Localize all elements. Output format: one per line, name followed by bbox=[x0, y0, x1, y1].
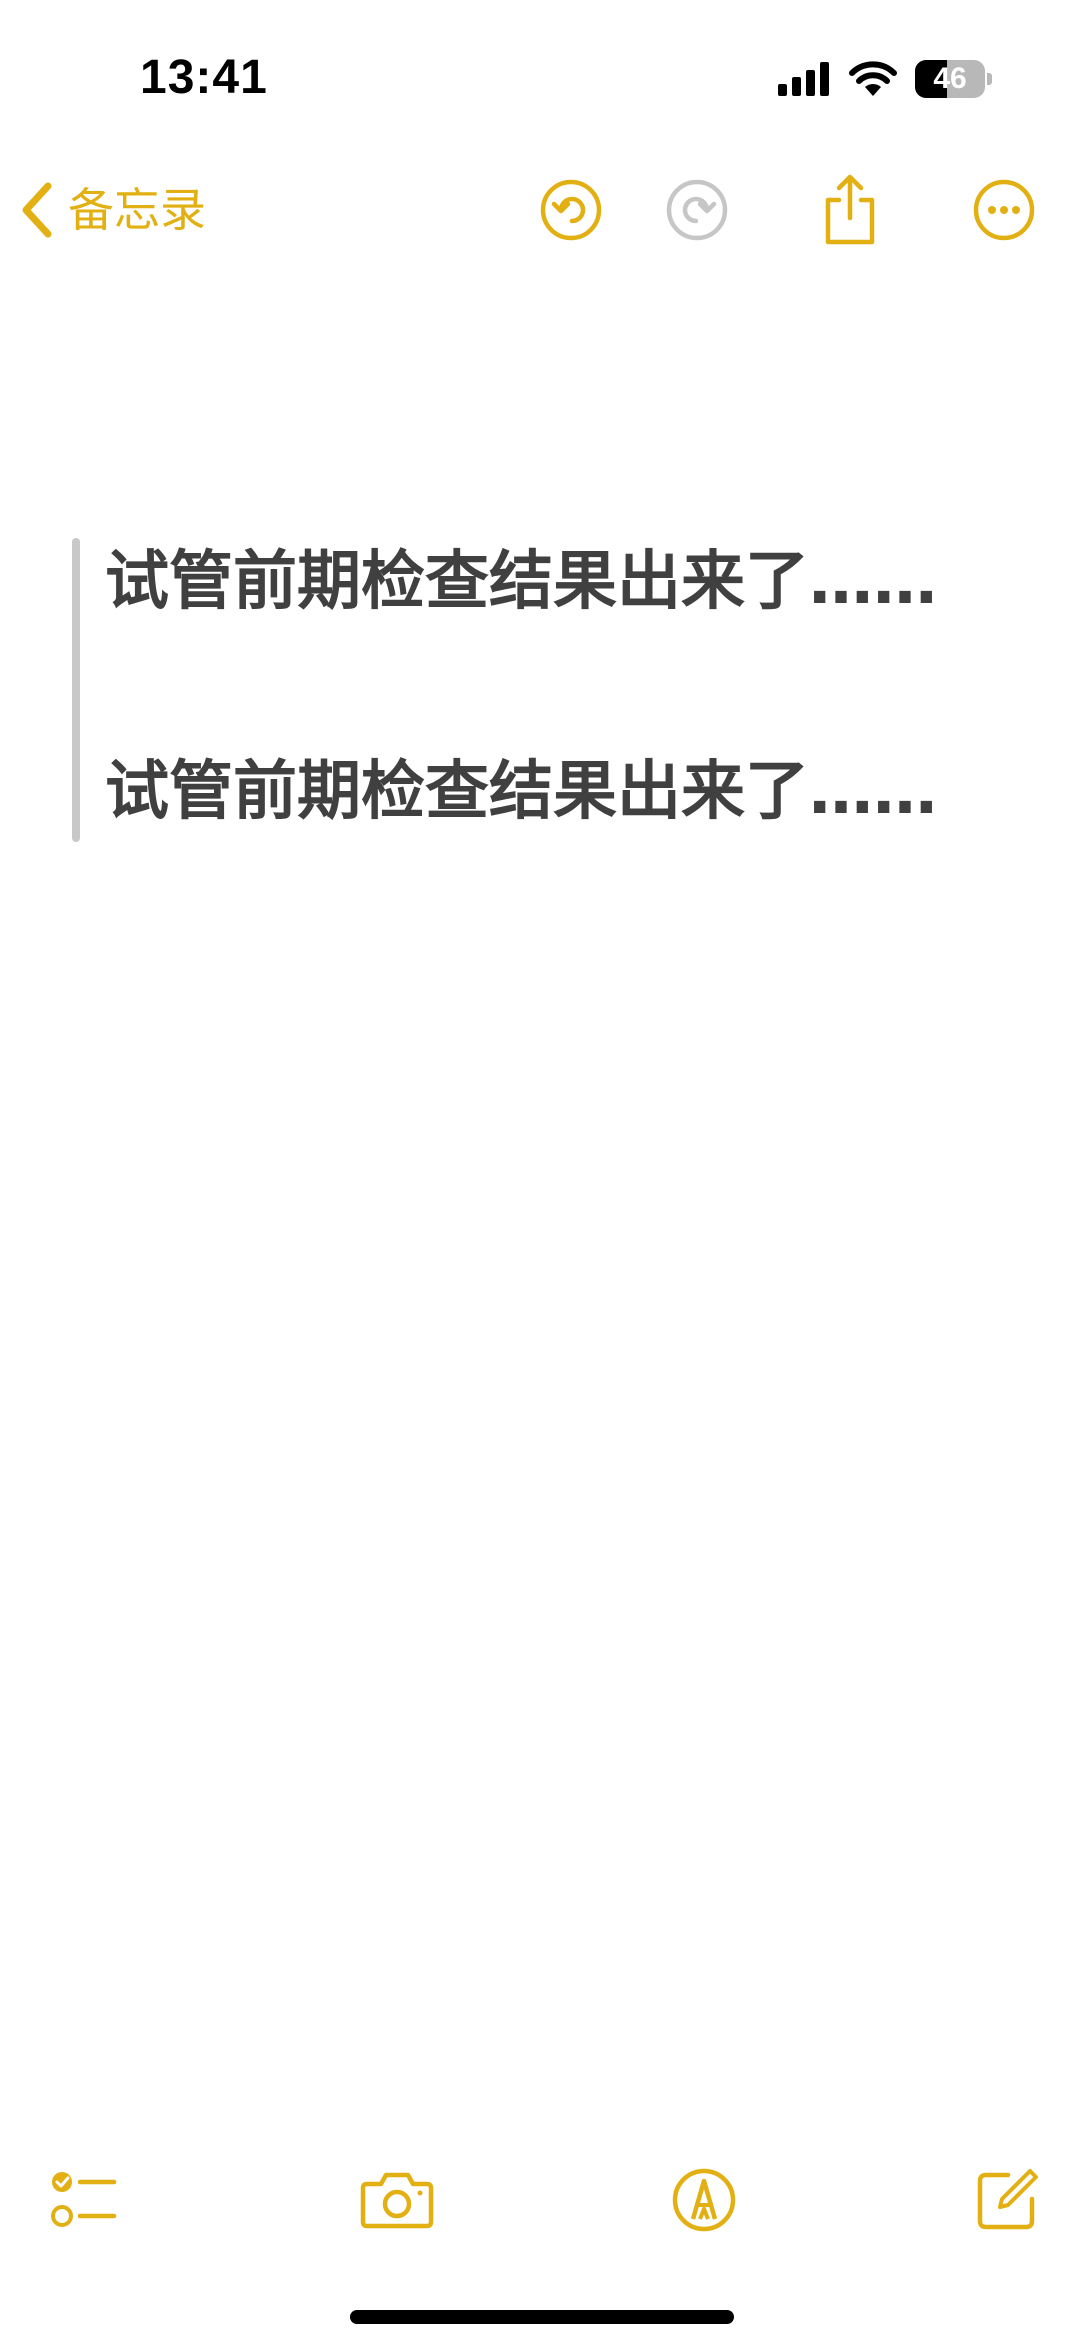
share-button[interactable] bbox=[810, 170, 890, 250]
chevron-left-icon bbox=[22, 182, 52, 238]
back-button[interactable]: 备忘录 bbox=[20, 170, 206, 250]
undo-button[interactable] bbox=[531, 170, 611, 250]
compose-button[interactable] bbox=[962, 2160, 1052, 2240]
nav-bar: 备忘录 bbox=[0, 160, 1080, 260]
cellular-signal-icon bbox=[778, 62, 829, 96]
markup-pen-icon bbox=[672, 2168, 736, 2232]
note-line-2[interactable]: 试管前期检查结果出来了…… bbox=[105, 742, 937, 842]
bottom-toolbar bbox=[0, 2150, 1080, 2250]
block-quote-bar bbox=[72, 538, 80, 842]
compose-icon bbox=[977, 2169, 1038, 2230]
battery-level-text: 46 bbox=[933, 62, 967, 95]
note-line-1[interactable]: 试管前期检查结果出来了…… bbox=[105, 532, 937, 632]
redo-icon bbox=[666, 179, 728, 241]
home-indicator bbox=[350, 2310, 734, 2324]
checklist-button[interactable] bbox=[40, 2160, 130, 2240]
camera-icon bbox=[360, 2172, 434, 2229]
markup-button[interactable] bbox=[659, 2160, 749, 2240]
more-button[interactable] bbox=[964, 170, 1044, 250]
more-icon bbox=[973, 179, 1035, 241]
wifi-icon bbox=[849, 61, 897, 96]
redo-button[interactable] bbox=[657, 170, 737, 250]
share-icon bbox=[825, 174, 875, 245]
battery-icon: 46 bbox=[915, 60, 993, 98]
undo-icon bbox=[540, 179, 602, 241]
camera-button[interactable] bbox=[352, 2160, 442, 2240]
back-label: 备忘录 bbox=[68, 183, 206, 237]
status-bar: 13:41 46 bbox=[0, 0, 1080, 150]
status-time: 13:41 bbox=[140, 51, 268, 104]
checklist-icon bbox=[51, 2172, 117, 2227]
